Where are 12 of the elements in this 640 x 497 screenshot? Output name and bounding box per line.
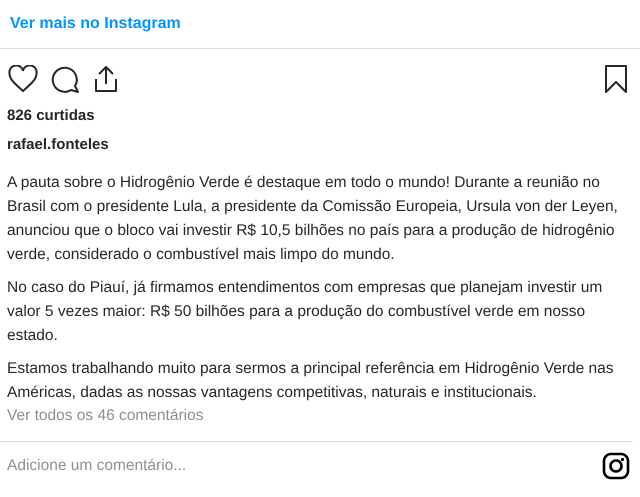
heart-icon[interactable] — [8, 65, 38, 93]
instagram-icon[interactable] — [602, 452, 630, 480]
instagram-link[interactable]: Ver mais no Instagram — [10, 15, 181, 33]
caption-paragraph: A pauta sobre o Hidrogênio Verde é destaque em todo o mundo! Durante a reunião no Brasil com o presidente Lula, a presidente da Comissão Europeia, Ursula von der Leyen, anunciou que o bloco vai investir R$ 10,5 bilhões no país para a produção de hidrogênio verde, considerado o combustível mais limpo do mundo. — [7, 173, 619, 265]
share-icon[interactable] — [92, 64, 120, 94]
comment-icon[interactable] — [50, 64, 80, 94]
bookmark-icon[interactable] — [604, 64, 628, 94]
likes-count: 826 curtidas — [6, 107, 96, 124]
caption-paragraph: Estamos trabalhando muito para sermos a principal referência em Hidrogênio Verde nas Américas, dadas as nossas vantagens competitivas, naturais e institucionais. — [7, 359, 615, 403]
view-comments-link[interactable]: Ver todos os 46 comentários — [0, 407, 633, 442]
username[interactable]: rafael.fonteles — [0, 136, 640, 153]
caption-paragraph: No caso do Piauí, já firmamos entendimentos com empresas que planejam investir um valor 5 vezes maior: R$ 50 bilhões para a produção do combustível verde em nosso estado. — [7, 278, 604, 346]
